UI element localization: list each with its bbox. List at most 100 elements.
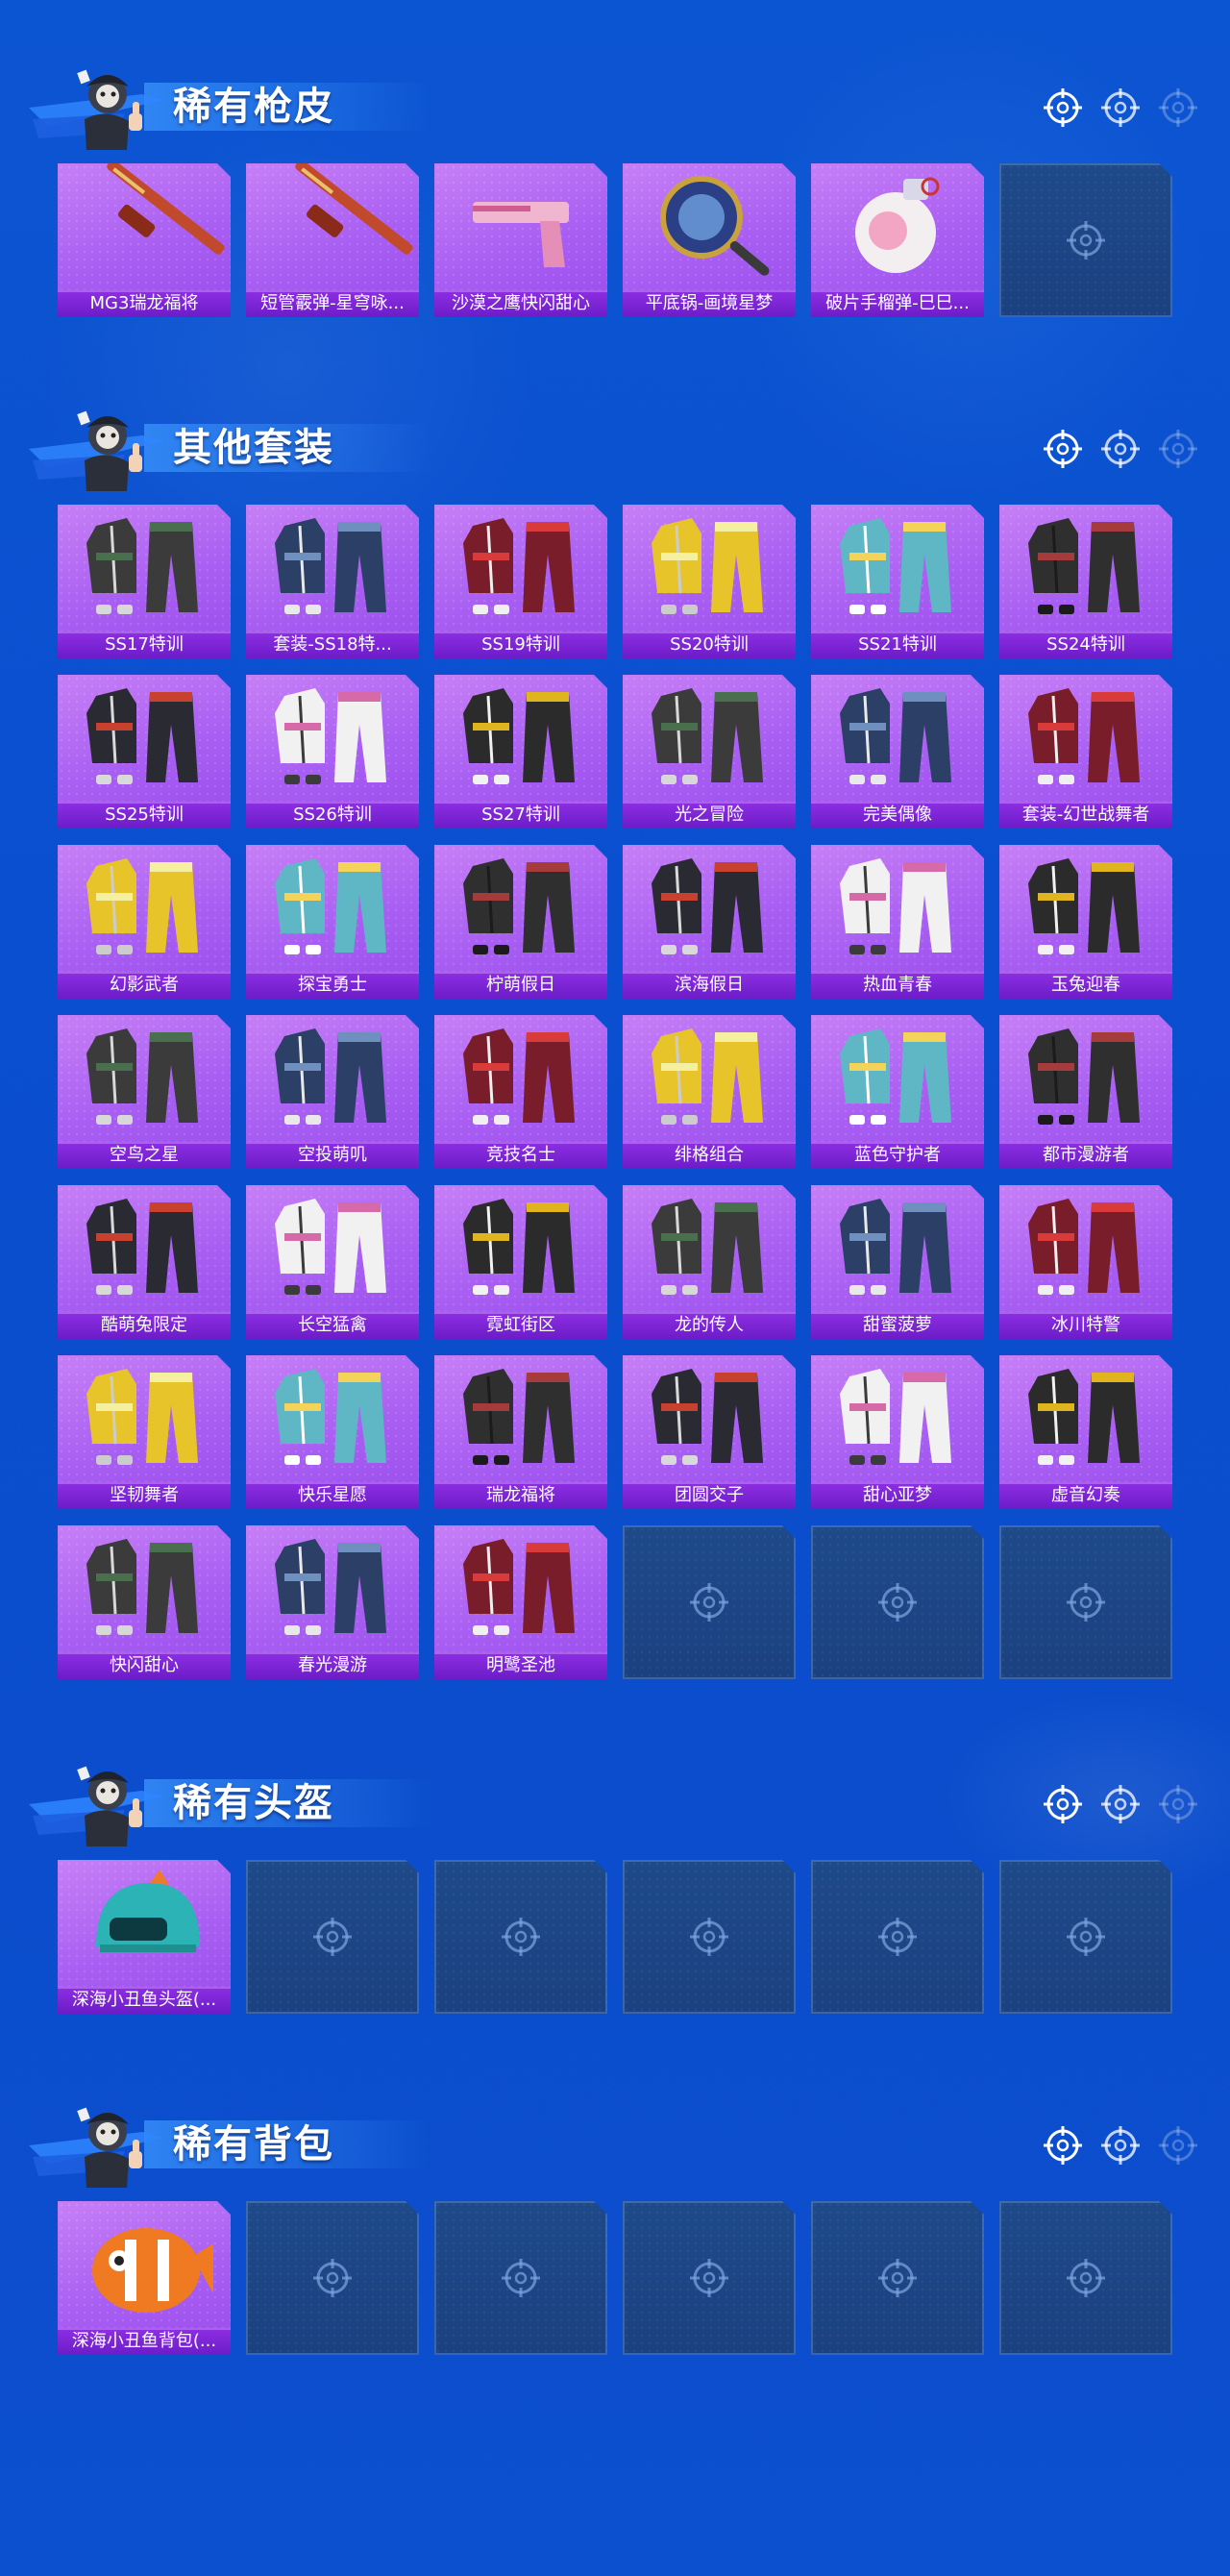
item-label: SS20特训 xyxy=(623,632,796,658)
empty-slot[interactable] xyxy=(623,1525,796,1679)
crosshair-icon xyxy=(1042,87,1084,134)
section-title: 稀有头盔 xyxy=(173,1781,334,1825)
helmet-icon xyxy=(58,1860,231,1987)
item-card[interactable]: 空鸟之星 xyxy=(58,1015,231,1169)
item-card[interactable]: 甜蜜菠萝 xyxy=(811,1185,984,1339)
item-card[interactable]: 深海小丑鱼头盔(... xyxy=(58,1860,231,2014)
item-card[interactable]: 酷萌兔限定 xyxy=(58,1185,231,1339)
item-card[interactable]: 冰川特警 xyxy=(999,1185,1172,1339)
item-card[interactable]: 甜心亚梦 xyxy=(811,1355,984,1509)
item-card[interactable]: 深海小丑鱼背包(... xyxy=(58,2201,231,2355)
crosshair-icon xyxy=(1042,1783,1084,1830)
item-label: 竞技名士 xyxy=(434,1142,607,1169)
crosshair-icon xyxy=(1099,87,1142,134)
item-card[interactable]: 龙的传人 xyxy=(623,1185,796,1339)
item-card[interactable]: 长空猛禽 xyxy=(246,1185,419,1339)
outfit-icon xyxy=(811,505,984,632)
item-label: 甜心亚梦 xyxy=(811,1482,984,1509)
item-label: 柠萌假日 xyxy=(434,972,607,999)
empty-slot[interactable] xyxy=(623,2201,796,2355)
empty-slot[interactable] xyxy=(999,1860,1172,2014)
outfit-icon xyxy=(246,1525,419,1652)
item-card[interactable]: 幻影武者 xyxy=(58,845,231,999)
outfit-icon xyxy=(434,1525,607,1652)
item-card[interactable]: 春光漫游 xyxy=(246,1525,419,1679)
item-card[interactable]: 套装-SS18特... xyxy=(246,505,419,658)
empty-slot[interactable] xyxy=(623,1860,796,2014)
item-card[interactable]: SS21特训 xyxy=(811,505,984,658)
outfit-icon xyxy=(811,845,984,972)
outfit-icon xyxy=(246,675,419,802)
item-card[interactable]: 蓝色守护者 xyxy=(811,1015,984,1169)
empty-slot[interactable] xyxy=(811,1525,984,1679)
item-card[interactable]: 明鹭圣池 xyxy=(434,1525,607,1679)
item-card[interactable]: 短管霰弹-星穹咏... xyxy=(246,163,419,317)
item-card[interactable]: 瑞龙福将 xyxy=(434,1355,607,1509)
item-card[interactable]: 空投萌叽 xyxy=(246,1015,419,1169)
item-card[interactable]: SS26特训 xyxy=(246,675,419,829)
item-card[interactable]: SS27特训 xyxy=(434,675,607,829)
empty-slot[interactable] xyxy=(434,1860,607,2014)
item-label: SS24特训 xyxy=(999,632,1172,658)
empty-slot[interactable] xyxy=(246,1860,419,2014)
item-card[interactable]: MG3瑞龙福将 xyxy=(58,163,231,317)
item-label: 短管霰弹-星穹咏... xyxy=(246,290,419,317)
item-card[interactable]: 团圆交子 xyxy=(623,1355,796,1509)
item-label: 蓝色守护者 xyxy=(811,1142,984,1169)
item-label: 春光漫游 xyxy=(246,1652,419,1679)
item-card[interactable]: 完美偶像 xyxy=(811,675,984,829)
crosshair-decoration xyxy=(1042,1783,1205,1825)
empty-slot-icon xyxy=(500,2257,542,2299)
item-card[interactable]: 沙漠之鹰快闪甜心 xyxy=(434,163,607,317)
crosshair-icon xyxy=(1042,428,1084,475)
item-card[interactable]: SS19特训 xyxy=(434,505,607,658)
outfit-icon xyxy=(434,675,607,802)
item-card[interactable]: 快乐星愿 xyxy=(246,1355,419,1509)
item-card[interactable]: SS25特训 xyxy=(58,675,231,829)
item-card[interactable]: 柠萌假日 xyxy=(434,845,607,999)
item-card[interactable]: SS20特训 xyxy=(623,505,796,658)
outfit-icon xyxy=(623,1185,796,1312)
item-card[interactable]: 平底锅-画境星梦 xyxy=(623,163,796,317)
empty-slot[interactable] xyxy=(999,1525,1172,1679)
empty-slot[interactable] xyxy=(999,2201,1172,2355)
item-label: SS25特训 xyxy=(58,802,231,829)
item-card[interactable]: 都市漫游者 xyxy=(999,1015,1172,1169)
item-card[interactable]: 竞技名士 xyxy=(434,1015,607,1169)
section-title: 稀有枪皮 xyxy=(173,85,334,129)
item-card[interactable]: 玉兔迎春 xyxy=(999,845,1172,999)
item-card[interactable]: 套装-幻世战舞者 xyxy=(999,675,1172,829)
empty-slot[interactable] xyxy=(434,2201,607,2355)
item-card[interactable]: 探宝勇士 xyxy=(246,845,419,999)
empty-slot[interactable] xyxy=(811,2201,984,2355)
item-card[interactable]: 绯格组合 xyxy=(623,1015,796,1169)
outfit-icon xyxy=(58,1355,231,1482)
item-card[interactable]: 光之冒险 xyxy=(623,675,796,829)
empty-slot-icon xyxy=(311,2257,354,2299)
empty-slot[interactable] xyxy=(811,1860,984,2014)
item-label: 套装-SS18特... xyxy=(246,632,419,658)
outfit-icon xyxy=(623,1015,796,1142)
item-card[interactable]: 热血青春 xyxy=(811,845,984,999)
empty-slot[interactable] xyxy=(999,163,1172,317)
mascot-icon xyxy=(29,58,163,154)
empty-slot[interactable] xyxy=(246,2201,419,2355)
item-card[interactable]: SS17特训 xyxy=(58,505,231,658)
item-label: 长空猛禽 xyxy=(246,1312,419,1339)
outfit-icon xyxy=(999,505,1172,632)
item-card[interactable]: 快闪甜心 xyxy=(58,1525,231,1679)
item-card[interactable]: SS24特训 xyxy=(999,505,1172,658)
item-card[interactable]: 坚韧舞者 xyxy=(58,1355,231,1509)
outfit-icon xyxy=(623,1355,796,1482)
empty-slot-icon xyxy=(1065,219,1107,261)
outfit-icon xyxy=(58,505,231,632)
outfit-icon xyxy=(623,675,796,802)
item-card[interactable]: 霓虹街区 xyxy=(434,1185,607,1339)
empty-slot-icon xyxy=(688,1581,730,1623)
item-card[interactable]: 破片手榴弹-巳巳... xyxy=(811,163,984,317)
item-card[interactable]: 虚音幻奏 xyxy=(999,1355,1172,1509)
item-label: 空投萌叽 xyxy=(246,1142,419,1169)
item-label: 甜蜜菠萝 xyxy=(811,1312,984,1339)
item-card[interactable]: 滨海假日 xyxy=(623,845,796,999)
item-label: 沙漠之鹰快闪甜心 xyxy=(434,290,607,317)
